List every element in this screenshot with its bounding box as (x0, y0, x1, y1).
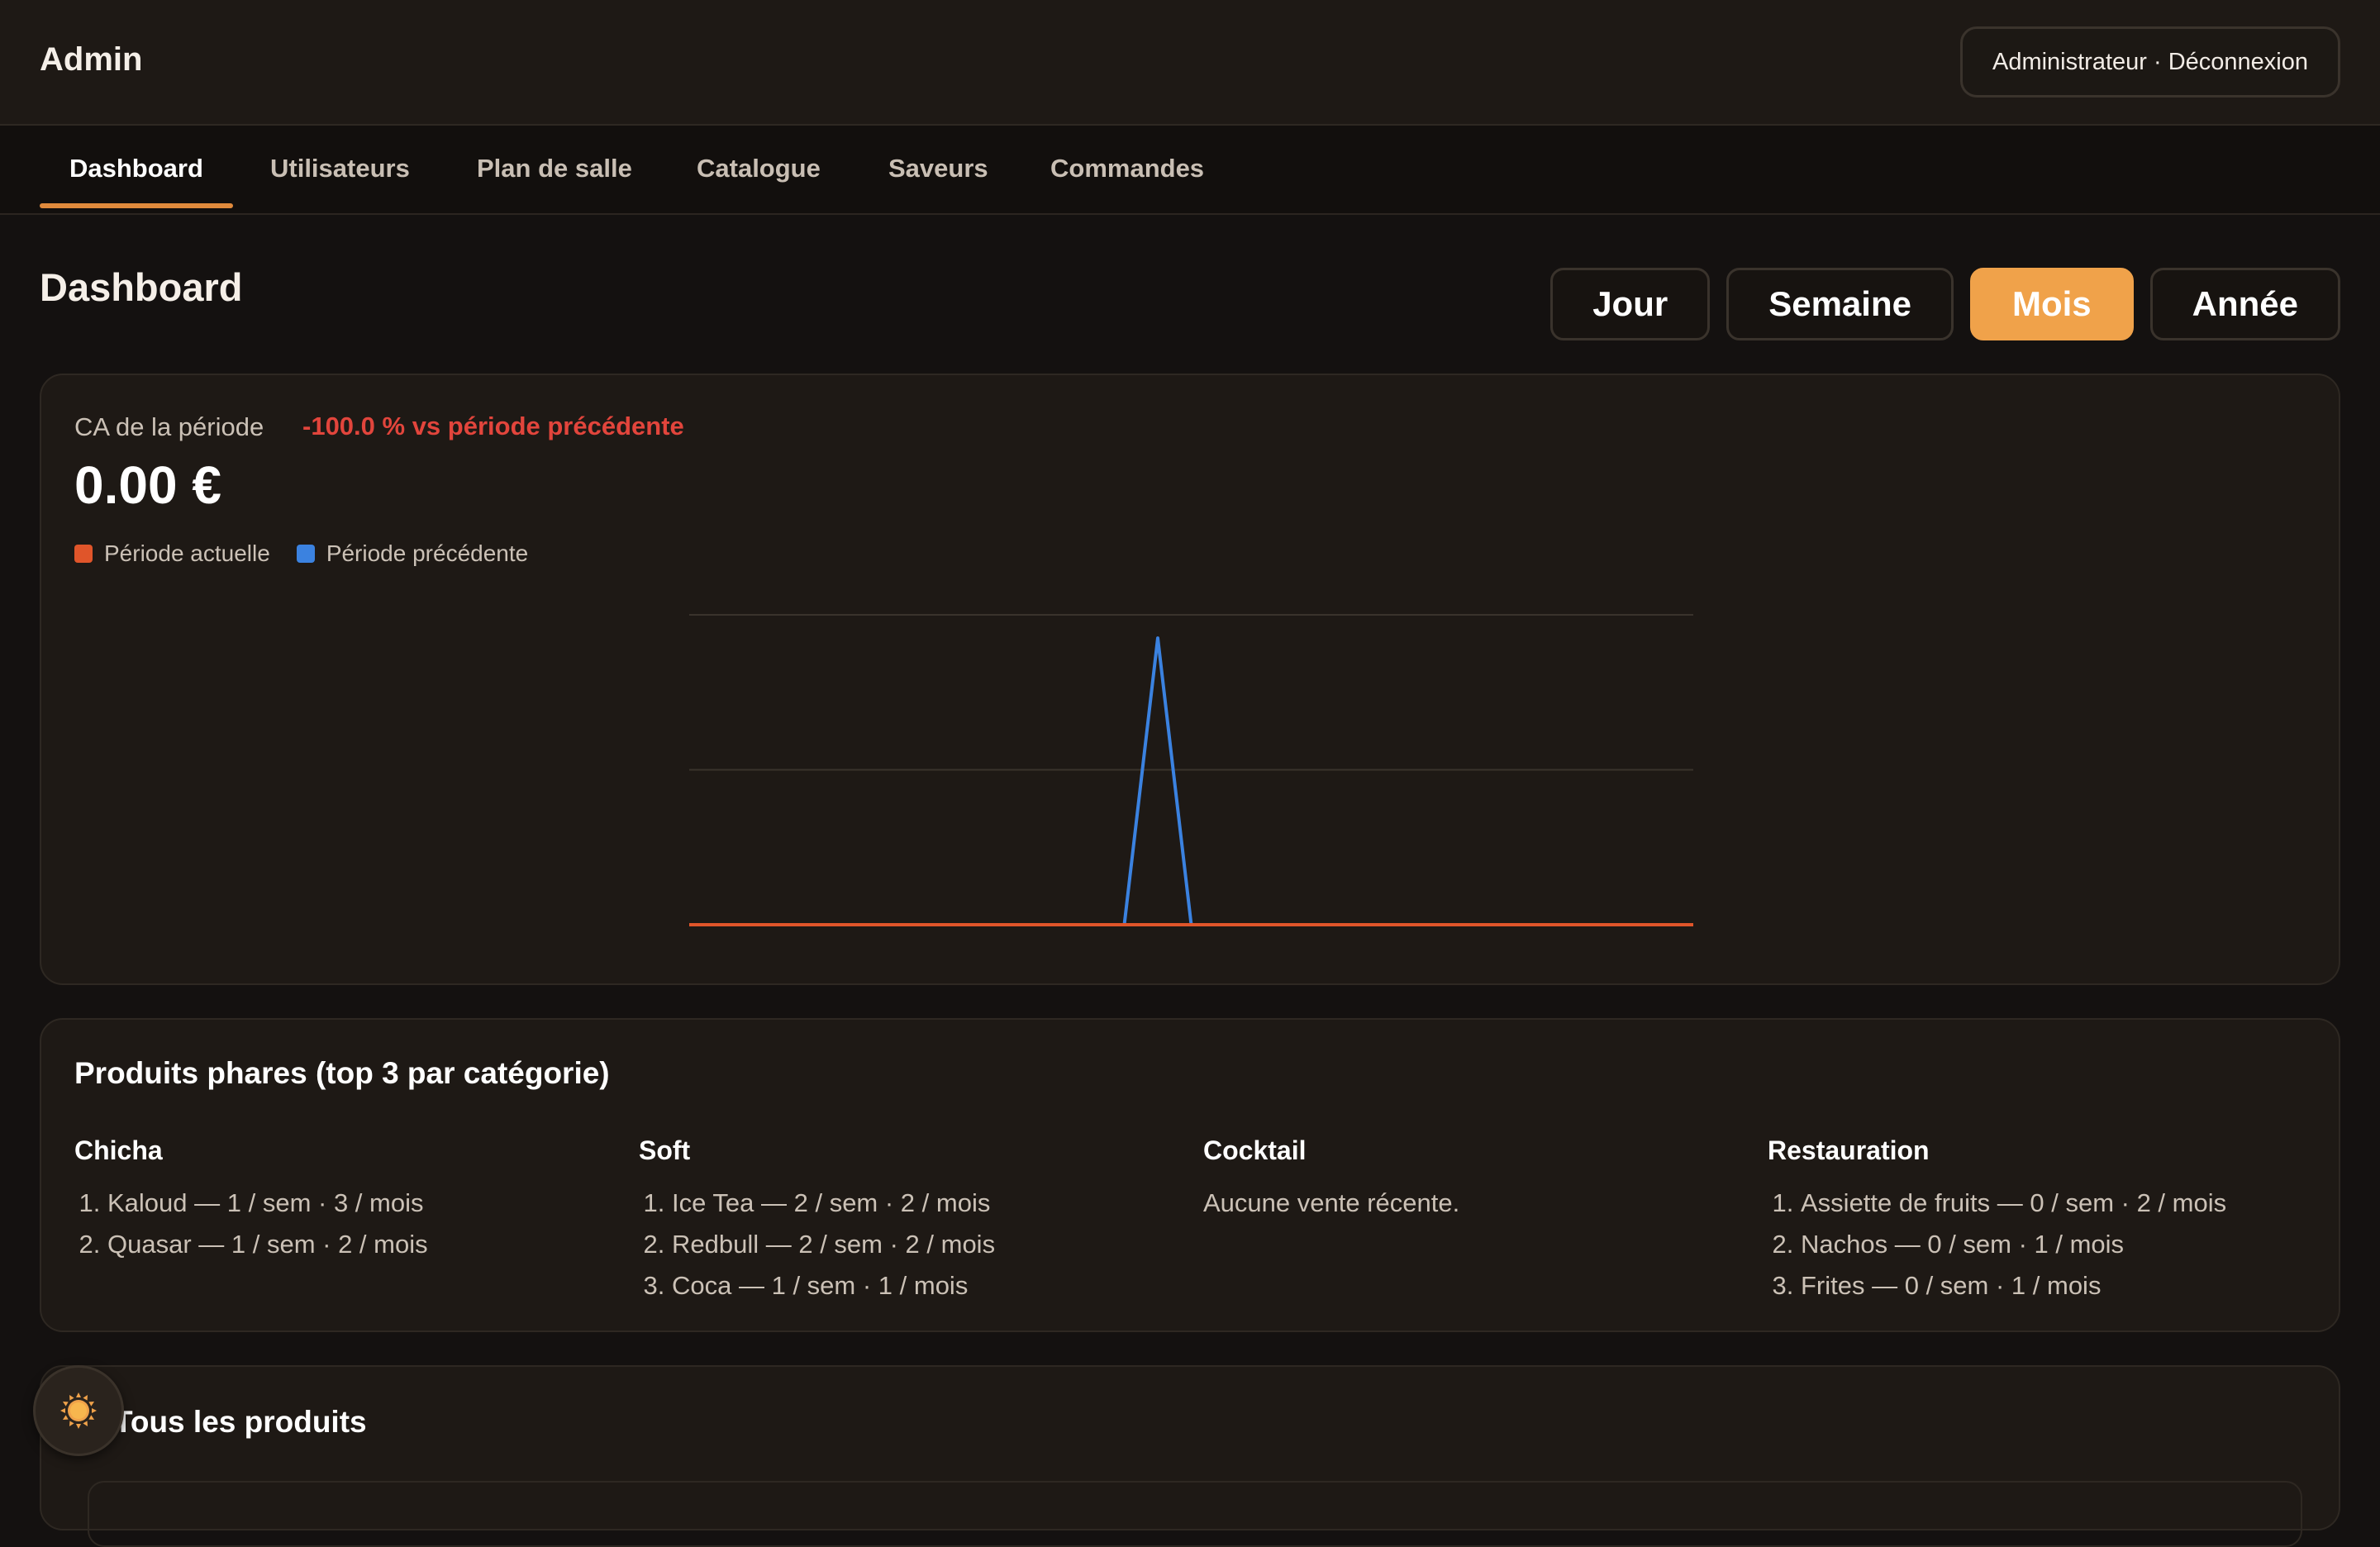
category-restauration: Restauration Assiette de fruits — 0 / se… (1768, 1135, 2297, 1307)
all-products-card: Tous les produits (40, 1365, 2340, 1547)
list-item: Quasar — 1 / sem · 2 / mois (107, 1224, 603, 1265)
category-chicha: Chicha Kaloud — 1 / sem · 3 / mois Quasa… (74, 1135, 603, 1265)
list-item: Kaloud — 1 / sem · 3 / mois (107, 1183, 603, 1224)
category-title: Soft (639, 1135, 691, 1165)
tab-dashboard[interactable]: Dashboard (69, 126, 203, 213)
period-month-button[interactable]: Mois (1969, 268, 2134, 340)
tab-commandes[interactable]: Commandes (1050, 126, 1204, 213)
category-title: Restauration (1768, 1135, 1930, 1165)
user-logout-button[interactable]: Administrateur · Déconnexion (1959, 26, 2340, 98)
tab-catalogue[interactable]: Catalogue (697, 126, 821, 213)
list-item: Coca — 1 / sem · 1 / mois (672, 1265, 1168, 1307)
all-products-table (88, 1481, 2302, 1547)
top-products-card: Produits phares (top 3 par catégorie) Ch… (40, 1018, 2340, 1332)
category-list: Ice Tea — 2 / sem · 2 / mois Redbull — 2… (639, 1183, 1168, 1307)
period-selector: Jour Semaine Mois Année (1550, 268, 2340, 340)
sun-icon (60, 1392, 97, 1429)
top-bar: Admin Administrateur · Déconnexion (0, 0, 2380, 126)
series-line-previous (689, 636, 1693, 926)
theme-toggle-button[interactable] (33, 1365, 124, 1456)
list-item: Ice Tea — 2 / sem · 2 / mois (672, 1183, 1168, 1224)
revenue-chart (689, 614, 1693, 926)
category-list: Assiette de fruits — 0 / sem · 2 / mois … (1768, 1183, 2297, 1307)
category-cocktail: Cocktail Aucune vente récente. (1203, 1135, 1732, 1224)
category-soft: Soft Ice Tea — 2 / sem · 2 / mois Redbul… (639, 1135, 1168, 1307)
period-week-button[interactable]: Semaine (1726, 268, 1954, 340)
main-nav: Dashboard Utilisateurs Plan de salle Cat… (0, 126, 2380, 215)
list-item: Redbull — 2 / sem · 2 / mois (672, 1224, 1168, 1265)
category-title: Chicha (74, 1135, 163, 1165)
page-title: Dashboard (40, 265, 243, 309)
tab-plan-de-salle[interactable]: Plan de salle (477, 126, 632, 213)
list-item: Nachos — 0 / sem · 1 / mois (1801, 1224, 2297, 1265)
category-title: Cocktail (1203, 1135, 1307, 1165)
active-tab-indicator (40, 203, 233, 208)
tab-utilisateurs[interactable]: Utilisateurs (270, 126, 410, 213)
list-item: Frites — 0 / sem · 1 / mois (1801, 1265, 2297, 1307)
revenue-card: CA de la période -100.0 % vs période pré… (40, 374, 2340, 985)
period-year-button[interactable]: Année (2149, 268, 2340, 340)
period-day-button[interactable]: Jour (1550, 268, 1711, 340)
empty-state: Aucune vente récente. (1203, 1188, 1460, 1217)
top-products-title: Produits phares (top 3 par catégorie) (74, 1056, 610, 1090)
tab-saveurs[interactable]: Saveurs (888, 126, 988, 213)
list-item: Assiette de fruits — 0 / sem · 2 / mois (1801, 1183, 2297, 1224)
category-list: Kaloud — 1 / sem · 3 / mois Quasar — 1 /… (74, 1183, 603, 1265)
app-brand: Admin (40, 41, 143, 78)
all-products-title: Tous les produits (114, 1405, 367, 1439)
